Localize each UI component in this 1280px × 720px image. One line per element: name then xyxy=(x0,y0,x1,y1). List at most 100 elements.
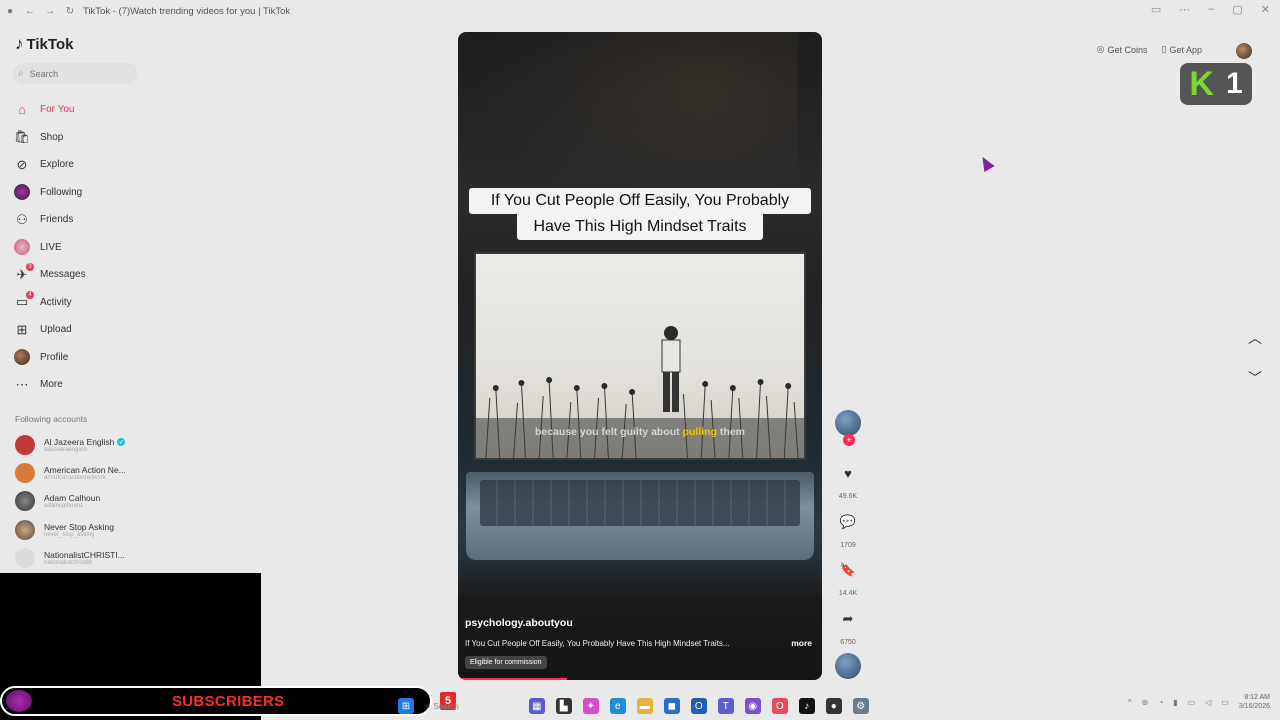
live-icon xyxy=(14,239,30,256)
video-progress-bar[interactable] xyxy=(458,678,568,680)
mic-icon[interactable]: ▮ xyxy=(1173,698,1177,707)
account-name: American Action Ne... xyxy=(44,465,126,475)
task-view-icon[interactable]: ▦ xyxy=(528,698,545,714)
home-icon: ⌂ xyxy=(18,102,26,118)
display-icon[interactable]: ▭ xyxy=(1188,698,1196,707)
copilot-icon[interactable]: ✦ xyxy=(582,698,599,714)
account-avatar xyxy=(15,548,35,568)
search-icon: ⌕ xyxy=(425,700,434,712)
user-avatar[interactable] xyxy=(1236,43,1252,59)
shop-icon: 🛍 xyxy=(13,129,31,145)
taskbar-search[interactable]: ⌕ Search xyxy=(425,698,459,714)
tiktok-logo[interactable]: ♪ TikTok xyxy=(15,34,73,54)
sidebar-item-messages[interactable]: ✈ 3 Messages xyxy=(14,261,214,289)
tab-title: TikTok - (7)Watch trending videos for yo… xyxy=(83,5,291,17)
comment-icon[interactable]: 💬 xyxy=(834,508,862,536)
like-heart-icon[interactable]: ♥ xyxy=(834,459,862,487)
network-icon[interactable]: ⊛ xyxy=(1142,698,1149,707)
edge-icon[interactable]: e xyxy=(609,698,626,714)
sidebar-item-activity[interactable]: ▭ 4 Activity xyxy=(14,289,214,317)
tiktok-note-icon: ♪ xyxy=(15,34,24,53)
sidebar-item-explore[interactable]: ⊘ Explore xyxy=(14,151,214,179)
sidebar-item-for-you[interactable]: ⌂ For You xyxy=(14,96,214,124)
account-handle: aljazeeraenglish xyxy=(44,447,88,453)
more-icon: ⋯ xyxy=(15,376,29,392)
sidebar-item-label: Explore xyxy=(40,159,74,171)
get-coins-button[interactable]: ◎ Get Coins xyxy=(1097,44,1148,55)
sidebar-item-more[interactable]: ⋯ More xyxy=(14,371,214,399)
volume-icon[interactable]: ◁ xyxy=(1205,698,1211,707)
settings-icon[interactable]: ⚙ xyxy=(852,698,869,714)
wildflower-illustration xyxy=(476,377,804,458)
opera-icon[interactable]: O xyxy=(771,698,788,714)
logo-text: TikTok xyxy=(26,35,74,53)
following-account[interactable]: Al Jazeera English ✓ aljazeeraenglish xyxy=(15,435,126,455)
chevron-down-icon[interactable]: ﹀ xyxy=(1246,368,1264,386)
account-handle: adamcalhoun1 xyxy=(44,503,84,509)
minimize-icon[interactable]: – xyxy=(1208,3,1214,16)
teams-icon[interactable]: T xyxy=(717,698,734,714)
search-box[interactable]: ⌕ xyxy=(13,63,138,84)
video-player[interactable]: If You Cut People Off Easily, You Probab… xyxy=(458,32,822,680)
account-handle: nationalistchrist88 xyxy=(44,560,93,566)
following-account[interactable]: Never Stop Asking never_stop_asking xyxy=(15,520,114,540)
following-account[interactable]: American Action Ne... americanactionnetw… xyxy=(15,463,126,483)
following-account[interactable]: NationalistCHRISTI... nationalistchrist8… xyxy=(15,548,125,568)
tiktok-taskbar-icon[interactable]: ♪ xyxy=(798,698,815,714)
battery-icon[interactable]: ▭ xyxy=(1221,698,1229,707)
menu-icon[interactable]: ⋯ xyxy=(1179,3,1190,16)
back-icon[interactable]: ← xyxy=(23,4,37,18)
sidebar-item-profile[interactable]: Profile xyxy=(14,344,214,372)
windows-start-icon[interactable]: ⊞ xyxy=(398,698,414,714)
sidebar-item-label: Shop xyxy=(40,131,64,143)
forward-icon[interactable]: → xyxy=(43,4,57,18)
sidebar-item-live[interactable]: LIVE xyxy=(14,234,214,262)
messenger-icon[interactable]: ◉ xyxy=(744,698,761,714)
chevron-up-tray-icon[interactable]: ^ xyxy=(1128,698,1132,707)
commission-tag: Eligible for commission xyxy=(465,656,547,669)
search-input[interactable] xyxy=(29,68,125,79)
sidebar-item-following[interactable]: Following xyxy=(14,179,214,207)
sidebar-item-upload[interactable]: ⊞ Upload xyxy=(14,316,214,344)
sidebar-item-shop[interactable]: 🛍 Shop xyxy=(14,124,214,152)
close-icon[interactable]: ✕ xyxy=(1261,3,1270,16)
video-subtitle: because you felt guilty about pulling th… xyxy=(534,426,746,438)
search-icon: ⌕ xyxy=(18,68,24,79)
bookmark-icon[interactable]: 🔖 xyxy=(834,556,862,584)
activity-badge: 4 xyxy=(26,290,34,299)
get-app-button[interactable]: ▯ Get App xyxy=(1162,44,1202,55)
following-account[interactable]: Adam Calhoun adamcalhoun1 xyxy=(15,491,100,511)
sidebar-nav: ⌂ For You 🛍 Shop ⊘ Explore Following ⚇ F… xyxy=(14,96,214,399)
file-explorer-icon[interactable]: ▬ xyxy=(636,698,653,714)
man-figure-illustration xyxy=(661,326,681,412)
widgets-icon[interactable]: ▙ xyxy=(555,698,572,714)
messages-badge: 3 xyxy=(26,263,34,271)
taskbar-clock[interactable]: 8:12 AM 3/16/2026 xyxy=(1239,693,1270,711)
music-disc-avatar[interactable] xyxy=(835,653,861,679)
friends-icon: ⚇ xyxy=(16,211,28,227)
sidebar-item-friends[interactable]: ⚇ Friends xyxy=(14,206,214,234)
sidebar-item-label: Messages xyxy=(40,269,86,281)
k1-overlay-logo: K 1 xyxy=(1180,63,1252,105)
channel-logo-icon xyxy=(6,690,32,712)
upload-icon: ⊞ xyxy=(16,321,28,337)
sidebar-item-label: Upload xyxy=(40,324,72,336)
store-icon[interactable]: ◼ xyxy=(663,698,680,714)
laptop-screen-illustration: because you felt guilty about pulling th… xyxy=(474,252,806,460)
account-name: Al Jazeera English xyxy=(44,437,115,447)
refresh-icon[interactable]: ↻ xyxy=(63,4,77,18)
outlook-icon[interactable]: O xyxy=(690,698,707,714)
wifi-icon[interactable]: ◔ xyxy=(1158,698,1163,707)
creator-avatar[interactable] xyxy=(835,410,861,436)
app-icon[interactable]: ● xyxy=(825,698,842,714)
chevron-up-icon[interactable]: ︿ xyxy=(1246,328,1264,346)
video-author[interactable]: psychology.aboutyou xyxy=(465,617,573,629)
sidebar-item-label: More xyxy=(40,379,63,391)
share-icon[interactable]: ➦ xyxy=(834,605,862,633)
save-count: 14.4K xyxy=(838,590,858,597)
reader-icon[interactable]: ▭ xyxy=(1151,3,1161,16)
comment-count: 1709 xyxy=(840,542,856,549)
more-button[interactable]: more xyxy=(791,638,812,648)
follow-plus-icon[interactable]: + xyxy=(843,434,855,446)
maximize-icon[interactable]: ▢ xyxy=(1232,3,1242,16)
